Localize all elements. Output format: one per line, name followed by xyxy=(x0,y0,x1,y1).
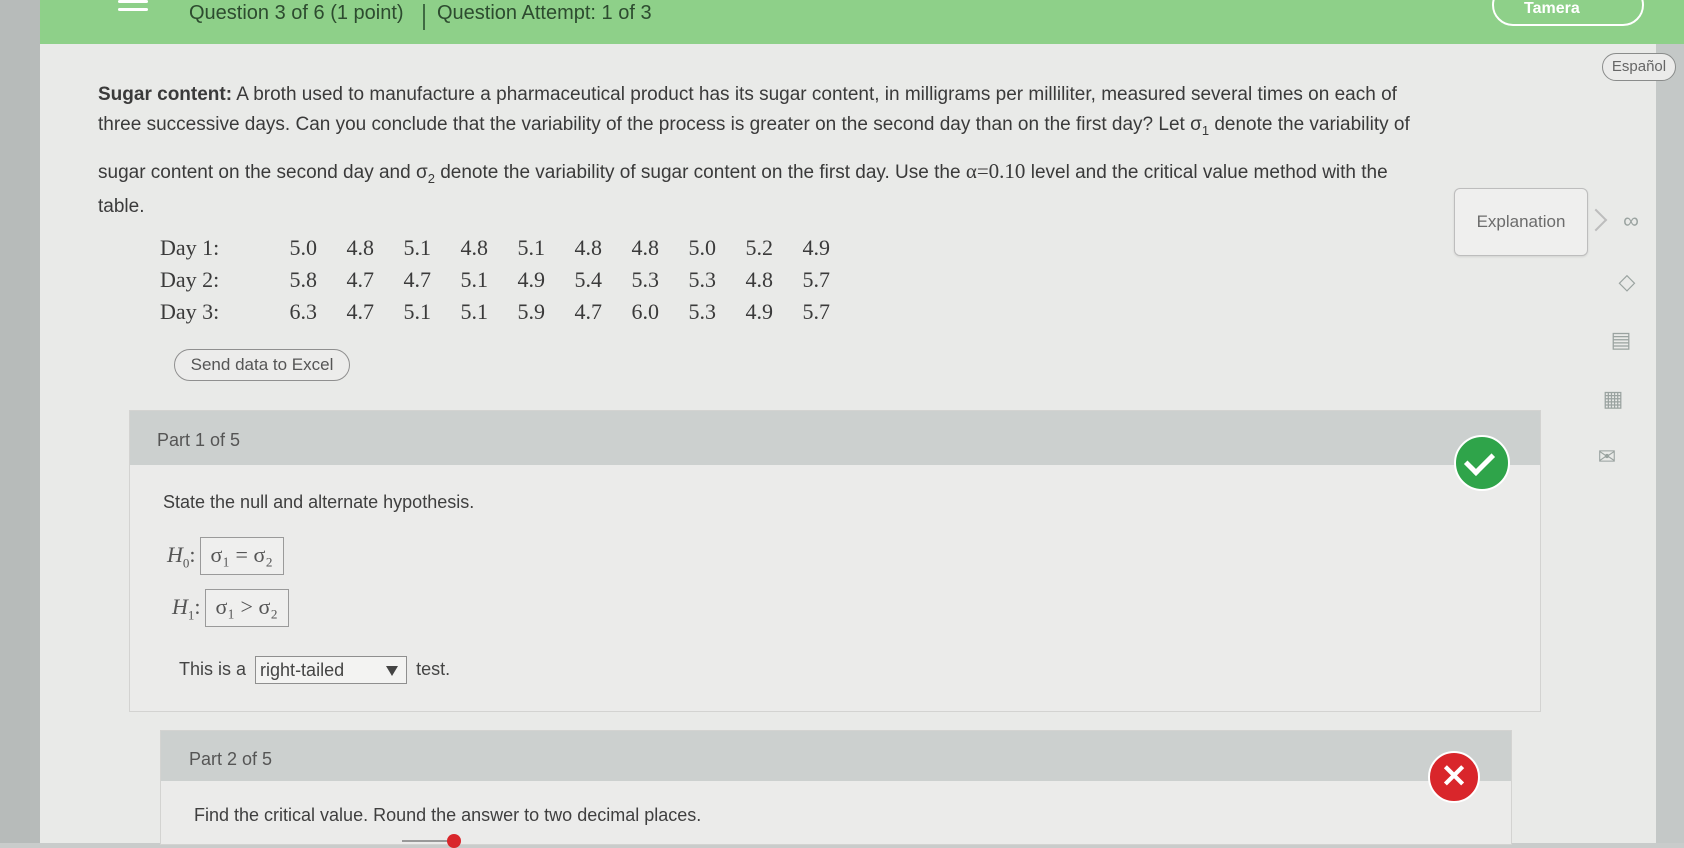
problem-statement: Sugar content: A broth used to manufactu… xyxy=(98,80,1538,232)
user-menu-button[interactable]: Tamera xyxy=(1492,0,1644,26)
part-2-instruction: Find the critical value. Round the answe… xyxy=(194,805,702,825)
question-info: Question 3 of 6 (1 point) xyxy=(189,2,404,24)
user-name: Tamera xyxy=(1524,0,1580,17)
null-hypothesis: H0: σ₁ = σ₂ xyxy=(167,537,284,575)
table-cell: 4.7 xyxy=(346,299,375,324)
part-1-instruction: State the null and alternate hypothesis. xyxy=(163,492,475,512)
table-cell: 4.8 xyxy=(346,235,375,260)
problem-line-3: sugar content on the second day and σ2 d… xyxy=(98,158,1388,186)
table-cell: 5.1 xyxy=(460,299,489,324)
tail-type-select[interactable]: right-tailed xyxy=(255,656,408,684)
table-cell: 4.8 xyxy=(745,267,774,292)
top-bar: Question 3 of 6 (1 point) Question Attem… xyxy=(40,0,1684,44)
table-cell: 6.0 xyxy=(631,299,660,324)
table-cell: 5.3 xyxy=(688,267,717,292)
table-cell: 4.9 xyxy=(517,267,546,292)
row-label: Day 3: xyxy=(160,299,220,324)
row-label: Day 2: xyxy=(160,267,220,292)
table-cell: 4.7 xyxy=(574,299,603,324)
table-cell: 5.0 xyxy=(289,235,318,260)
table-cell: 5.9 xyxy=(517,299,546,324)
tail-type-line: This is a right-tailed test. xyxy=(179,656,450,684)
data-table: Day 1: 5.0 4.8 5.1 4.8 5.1 4.8 4.8 5.0 5.2 4.9 Day … xyxy=(160,232,830,328)
left-edge xyxy=(0,0,40,843)
table-cell: 4.8 xyxy=(460,235,489,260)
table-cell: 4.7 xyxy=(403,267,432,292)
table-cell: 5.1 xyxy=(460,267,489,292)
table-cell: 4.8 xyxy=(574,235,603,260)
table-cell: 4.7 xyxy=(346,267,375,292)
table-cell: 5.8 xyxy=(289,267,318,292)
problem-line-1: Sugar content: A broth used to manufactu… xyxy=(98,84,1397,105)
table-cell: 6.3 xyxy=(289,299,318,324)
menu-icon[interactable] xyxy=(118,0,148,18)
table-cell: 5.7 xyxy=(802,299,831,324)
table-cell: 5.1 xyxy=(403,299,432,324)
error-mark-icon xyxy=(447,834,461,848)
calculator-icon[interactable]: ▦ xyxy=(1600,387,1626,411)
part-2-title: Part 2 of 5 xyxy=(189,749,273,769)
table-cell: 4.8 xyxy=(631,235,660,260)
answer-underline xyxy=(402,840,448,842)
incorrect-x-icon: ✕ xyxy=(1428,751,1480,803)
right-edge xyxy=(1656,0,1684,843)
null-hypothesis-input[interactable]: σ₁ = σ₂ xyxy=(199,537,284,575)
part-2-header xyxy=(161,731,1511,781)
table-cell: 5.1 xyxy=(517,235,546,260)
table-cell: 5.0 xyxy=(688,235,717,260)
infinity-icon[interactable]: ∞ xyxy=(1618,209,1644,233)
table-row: Day 2: 5.8 4.7 4.7 5.1 4.9 5.4 5.3 5.3 4.8 5.7 xyxy=(160,264,830,296)
problem-line-2: three successive days. Can you conclude … xyxy=(98,114,1410,138)
table-cell: 4.9 xyxy=(745,299,774,324)
table-cell: 5.7 xyxy=(802,267,831,292)
table-cell: 5.1 xyxy=(403,235,432,260)
problem-topic: Sugar content: xyxy=(98,84,233,105)
row-label: Day 1: xyxy=(160,235,220,260)
table-row: Day 1: 5.0 4.8 5.1 4.8 5.1 4.8 4.8 5.0 5.2 4.9 xyxy=(160,232,830,264)
part-1-title: Part 1 of 5 xyxy=(157,430,241,450)
notes-icon[interactable]: ▤ xyxy=(1608,328,1634,352)
table-row: Day 3: 6.3 4.7 5.1 5.1 5.9 4.7 6.0 5.3 4.9 5.7 xyxy=(160,296,830,328)
part-2-panel xyxy=(160,730,1512,845)
table-cell: 5.3 xyxy=(688,299,717,324)
explanation-button[interactable]: Explanation xyxy=(1454,188,1588,256)
correct-check-icon xyxy=(1454,435,1510,491)
tag-icon[interactable]: ◇ xyxy=(1614,270,1640,294)
header-divider xyxy=(423,4,425,30)
table-cell: 4.9 xyxy=(802,235,831,260)
mail-icon[interactable]: ✉ xyxy=(1594,445,1620,469)
alternate-hypothesis-input[interactable]: σ₁ > σ₂ xyxy=(204,589,289,627)
chevron-down-icon xyxy=(386,666,399,676)
table-cell: 5.2 xyxy=(745,235,774,260)
table-cell: 5.3 xyxy=(631,267,660,292)
part-1-header xyxy=(130,411,1540,465)
alpha-value: α=0.10 xyxy=(965,158,1026,183)
send-to-excel-button[interactable]: Send data to Excel xyxy=(174,349,350,381)
table-cell: 5.4 xyxy=(574,267,603,292)
attempt-info: Question Attempt: 1 of 3 xyxy=(437,2,652,24)
alternate-hypothesis: H1: σ₁ > σ₂ xyxy=(172,589,289,627)
problem-line-4: table. xyxy=(98,195,145,217)
language-button[interactable]: Español xyxy=(1602,53,1676,81)
